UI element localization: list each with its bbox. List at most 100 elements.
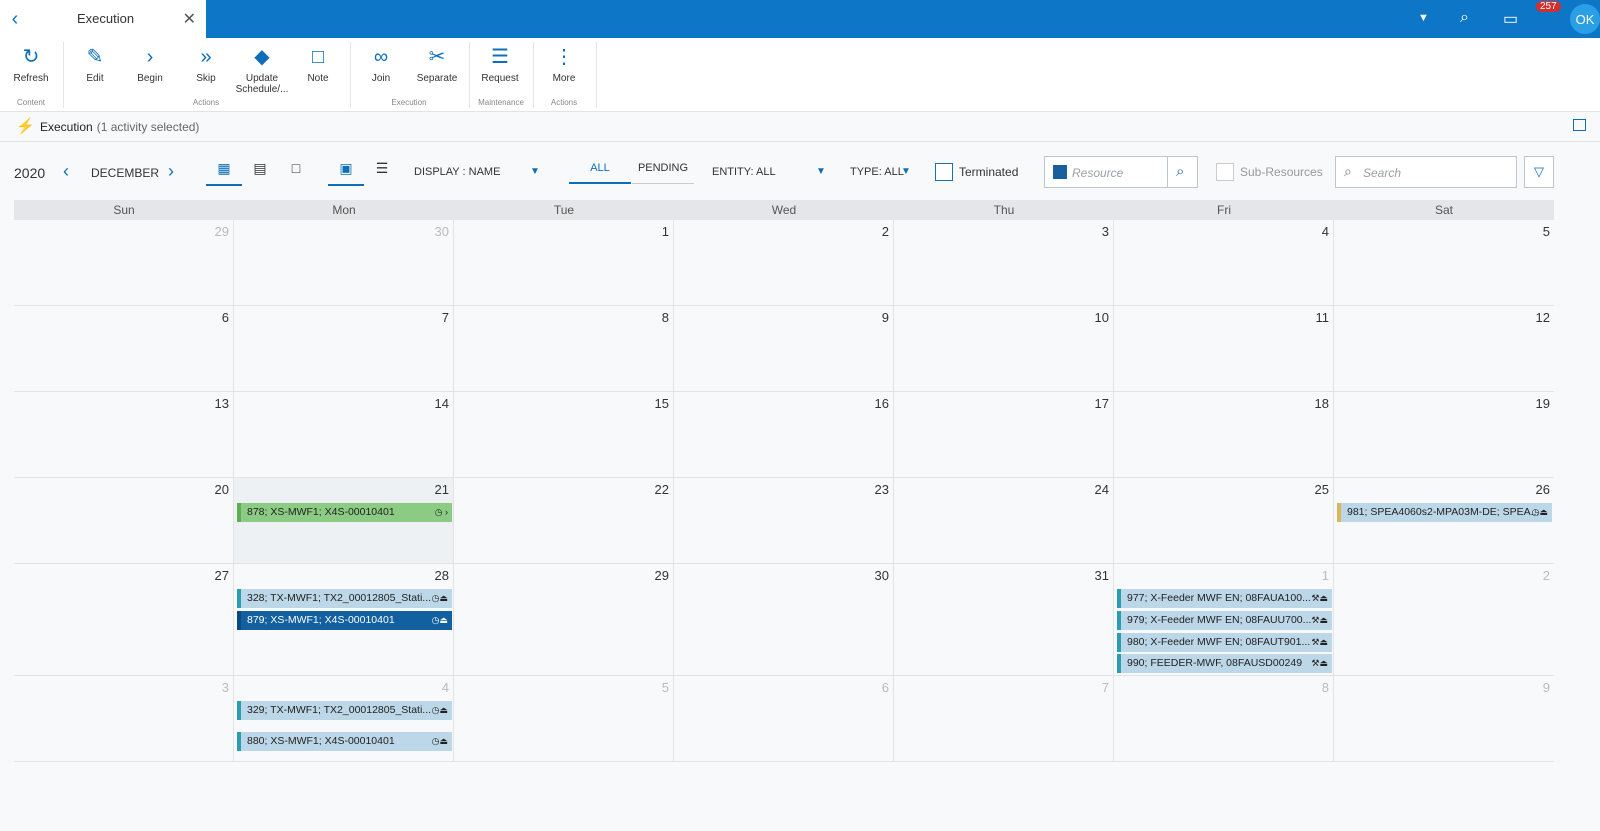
tool-eject-icon: ⚒⏏ bbox=[1311, 593, 1328, 603]
day-cell[interactable]: 15 bbox=[454, 392, 674, 477]
day-cell[interactable]: 6 bbox=[14, 306, 234, 391]
activity-event[interactable]: 979; X-Feeder MWF EN; 08FAUU700... ⚒⏏ bbox=[1117, 611, 1332, 630]
tab-execution[interactable]: Execution ✕ bbox=[30, 0, 206, 38]
day-cell[interactable]: 30 bbox=[674, 564, 894, 675]
activity-event-selected[interactable]: 879; XS-MWF1; X4S-00010401 ◷⏏ bbox=[237, 611, 452, 630]
weekday-label: Thu bbox=[993, 203, 1015, 217]
day-cell[interactable]: 17 bbox=[894, 392, 1114, 477]
activity-event[interactable]: 329; TX-MWF1; TX2_00012805_Stati... ◷⏏ bbox=[237, 701, 452, 720]
activity-event[interactable]: 990; FEEDER-MWF, 08FAUSD00249 ⚒⏏ bbox=[1117, 654, 1332, 673]
panel-icon[interactable] bbox=[1573, 119, 1586, 131]
more-button[interactable]: ⋮ More bbox=[535, 44, 593, 84]
day-cell[interactable]: 27 bbox=[14, 564, 234, 675]
day-cell[interactable]: 16 bbox=[674, 392, 894, 477]
day-cell[interactable]: 6 bbox=[674, 676, 894, 761]
note-button[interactable]: □ Note bbox=[289, 44, 347, 84]
day-cell[interactable]: 9 bbox=[1334, 676, 1554, 761]
close-icon[interactable]: ✕ bbox=[183, 9, 196, 29]
day-cell[interactable]: 8 bbox=[1114, 676, 1334, 761]
join-button[interactable]: ∞ Join bbox=[352, 44, 410, 84]
activity-event[interactable]: 981; SPEA4060s2-MPA03M-DE; SPEA... ◷⏏ bbox=[1337, 503, 1552, 522]
chevron-down-icon[interactable]: ▼ bbox=[530, 166, 540, 177]
list-mode-icon[interactable]: ☰ bbox=[364, 160, 400, 186]
display-dropdown[interactable]: DISPLAY : NAME bbox=[414, 166, 500, 178]
day-cell[interactable]: 22 bbox=[454, 478, 674, 563]
day-cell[interactable]: 26 981; SPEA4060s2-MPA03M-DE; SPEA... ◷⏏ bbox=[1334, 478, 1554, 563]
pencil-icon: ✎ bbox=[86, 46, 104, 68]
day-cell[interactable]: 7 bbox=[234, 306, 454, 391]
terminated-checkbox[interactable] bbox=[935, 163, 953, 181]
filter-all-tab[interactable]: ALL bbox=[569, 162, 631, 184]
section-header: ⚡ Execution (1 activity selected) bbox=[0, 112, 1600, 142]
day-cell[interactable]: 7 bbox=[894, 676, 1114, 761]
day-cell-selected[interactable]: 21 878; XS-MWF1; X4S-00010401 ◷ › bbox=[234, 478, 454, 563]
edit-button[interactable]: ✎ Edit bbox=[66, 44, 124, 84]
day-cell[interactable]: 4 bbox=[1114, 220, 1334, 305]
week-view-icon[interactable]: ▤ bbox=[242, 160, 278, 186]
activity-event[interactable]: 328; TX-MWF1; TX2_00012805_Stati... ◷⏏ bbox=[237, 589, 452, 608]
type-dropdown[interactable]: TYPE: ALL bbox=[850, 166, 904, 178]
day-cell[interactable]: 19 bbox=[1334, 392, 1554, 477]
day-cell[interactable]: 5 bbox=[454, 676, 674, 761]
day-cell[interactable]: 13 bbox=[14, 392, 234, 477]
entity-dropdown[interactable]: ENTITY: ALL bbox=[712, 166, 776, 178]
update-schedule-button[interactable]: ◆ Update Schedule/... bbox=[231, 44, 293, 95]
search-icon[interactable]: ⌕ bbox=[1460, 9, 1469, 27]
activity-event[interactable]: 977; X-Feeder MWF EN; 08FAUA100... ⚒⏏ bbox=[1117, 589, 1332, 608]
day-cell[interactable]: 29 bbox=[454, 564, 674, 675]
day-cell[interactable]: 12 bbox=[1334, 306, 1554, 391]
day-cell[interactable]: 31 bbox=[894, 564, 1114, 675]
begin-button[interactable]: › Begin bbox=[121, 44, 179, 84]
day-cell[interactable]: 5 bbox=[1334, 220, 1554, 305]
filter-pending-tab[interactable]: PENDING bbox=[632, 162, 694, 184]
search-icon[interactable]: ⌕ bbox=[1176, 163, 1184, 180]
chevron-down-icon[interactable]: ▼ bbox=[901, 166, 911, 177]
avatar[interactable]: OK bbox=[1570, 4, 1600, 34]
day-view-icon[interactable]: □ bbox=[278, 160, 314, 186]
day-cell[interactable]: 25 bbox=[1114, 478, 1334, 563]
refresh-button[interactable]: ↻ Refresh bbox=[2, 44, 60, 84]
day-cell[interactable]: 1 977; X-Feeder MWF EN; 08FAUA100... ⚒⏏ 9… bbox=[1114, 564, 1334, 675]
next-month-button[interactable]: › bbox=[168, 161, 174, 182]
group-label: Execution bbox=[391, 98, 427, 107]
notifications-icon[interactable]: ▭ bbox=[1503, 9, 1518, 29]
month-view-icon[interactable]: ▦ bbox=[206, 160, 242, 186]
group-label: Content bbox=[16, 98, 46, 107]
day-cell[interactable]: 23 bbox=[674, 478, 894, 563]
day-cell[interactable]: 8 bbox=[454, 306, 674, 391]
subresources-checkbox[interactable] bbox=[1216, 163, 1234, 181]
request-button[interactable]: ☰ Request bbox=[471, 44, 529, 84]
day-cell[interactable]: 10 bbox=[894, 306, 1114, 391]
tool-eject-icon: ⚒⏏ bbox=[1311, 658, 1328, 668]
day-cell[interactable]: 9 bbox=[674, 306, 894, 391]
day-cell[interactable]: 3 bbox=[14, 676, 234, 761]
day-cell[interactable]: 3 bbox=[894, 220, 1114, 305]
search-input[interactable]: ⌕ Search bbox=[1335, 156, 1517, 188]
day-cell[interactable]: 28 328; TX-MWF1; TX2_00012805_Stati... ◷⏏… bbox=[234, 564, 454, 675]
day-cell[interactable]: 18 bbox=[1114, 392, 1334, 477]
day-cell[interactable]: 14 bbox=[234, 392, 454, 477]
day-cell[interactable]: 24 bbox=[894, 478, 1114, 563]
day-cell[interactable]: 4 329; TX-MWF1; TX2_00012805_Stati... ◷⏏ … bbox=[234, 676, 454, 761]
day-cell[interactable]: 29 bbox=[14, 220, 234, 305]
day-cell[interactable]: 2 bbox=[674, 220, 894, 305]
activity-event[interactable]: 980; X-Feeder MWF EN; 08FAUT901... ⚒⏏ bbox=[1117, 633, 1332, 652]
resource-input[interactable]: Resource ⌕ bbox=[1044, 156, 1198, 188]
day-cell[interactable]: 2 bbox=[1334, 564, 1554, 675]
chevron-down-icon[interactable]: ▼ bbox=[1418, 12, 1429, 24]
prev-month-button[interactable]: ‹ bbox=[63, 161, 69, 182]
weekday-label: Mon bbox=[332, 203, 356, 217]
chevron-down-icon[interactable]: ▼ bbox=[816, 166, 826, 177]
day-cell[interactable]: 20 bbox=[14, 478, 234, 563]
day-cell[interactable]: 1 bbox=[454, 220, 674, 305]
day-cell[interactable]: 30 bbox=[234, 220, 454, 305]
back-button[interactable]: ‹ bbox=[0, 0, 30, 38]
clock-chevron-icon: ◷ › bbox=[434, 507, 448, 517]
activity-event[interactable]: 878; XS-MWF1; X4S-00010401 ◷ › bbox=[237, 503, 452, 522]
filter-button[interactable]: ▽ bbox=[1524, 156, 1554, 188]
day-cell[interactable]: 11 bbox=[1114, 306, 1334, 391]
skip-button[interactable]: » Skip bbox=[177, 44, 235, 84]
calendar-mode-icon[interactable]: ▣ bbox=[328, 160, 364, 186]
separate-button[interactable]: ✂ Separate bbox=[408, 44, 466, 84]
activity-event[interactable]: 880; XS-MWF1; X4S-00010401 ◷⏏ bbox=[237, 732, 452, 751]
